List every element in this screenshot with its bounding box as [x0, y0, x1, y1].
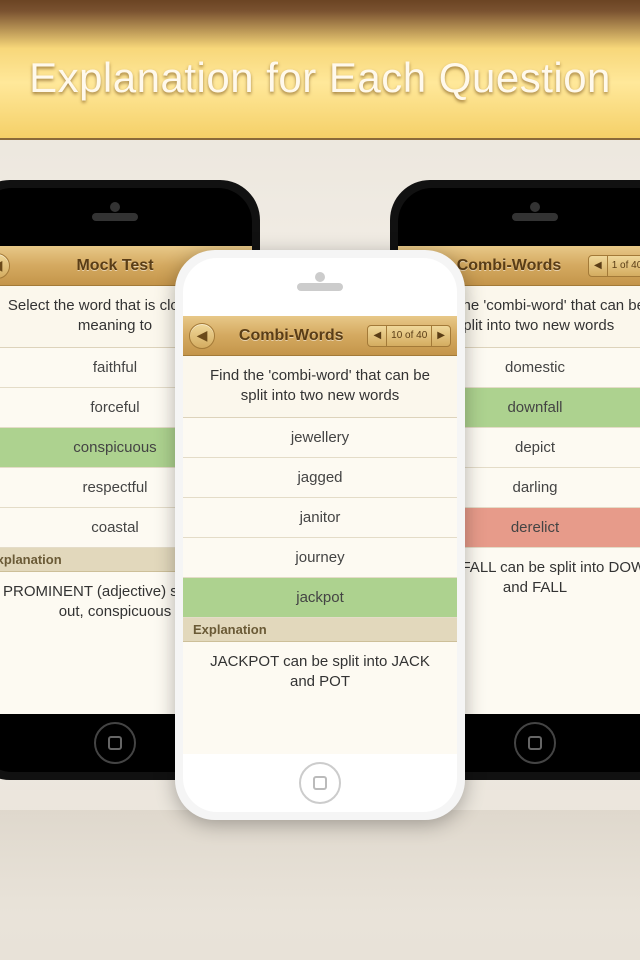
option-list: jewellery jagged janitor journey jackpot: [183, 418, 457, 618]
option-item[interactable]: jackpot: [183, 578, 457, 618]
nav-bar: ◀ Combi-Words ◀ 10 of 40 ▶: [183, 316, 457, 356]
screen-center: ◀ Combi-Words ◀ 10 of 40 ▶ Find the 'com…: [183, 316, 457, 754]
back-button[interactable]: ◀: [189, 323, 215, 349]
stage: ◀ Mock Test Select the word that is clos…: [0, 140, 640, 960]
pager-label: 10 of 40: [387, 325, 431, 347]
home-button[interactable]: [514, 722, 556, 764]
home-button[interactable]: [94, 722, 136, 764]
explanation-body: JACKPOT can be split into JACK and POT: [183, 642, 457, 754]
option-item[interactable]: jewellery: [183, 418, 457, 458]
pager: ◀ 1 of 40 ▶: [588, 255, 640, 277]
pager: ◀ 10 of 40 ▶: [367, 325, 451, 347]
home-button[interactable]: [299, 762, 341, 804]
back-button[interactable]: ◀: [0, 253, 10, 279]
phone-center: ◀ Combi-Words ◀ 10 of 40 ▶ Find the 'com…: [175, 250, 465, 820]
pager-prev-button[interactable]: ◀: [588, 255, 608, 277]
nav-title: Combi-Words: [215, 327, 367, 345]
pager-label: 1 of 40: [608, 255, 640, 277]
option-item[interactable]: jagged: [183, 458, 457, 498]
phone-speaker-area: [0, 188, 252, 246]
banner-title: Explanation for Each Question: [29, 54, 611, 102]
phone-home-area: [183, 754, 457, 812]
reflection-overlay: [0, 810, 640, 960]
option-item[interactable]: journey: [183, 538, 457, 578]
phone-speaker-area: [183, 258, 457, 316]
pager-next-button[interactable]: ▶: [431, 325, 451, 347]
phone-speaker-area: [398, 188, 640, 246]
explanation-header: Explanation: [183, 618, 457, 642]
pager-prev-button[interactable]: ◀: [367, 325, 387, 347]
option-item[interactable]: janitor: [183, 498, 457, 538]
question-text: Find the 'combi-word' that can be split …: [183, 356, 457, 418]
promo-banner: Explanation for Each Question: [0, 0, 640, 140]
